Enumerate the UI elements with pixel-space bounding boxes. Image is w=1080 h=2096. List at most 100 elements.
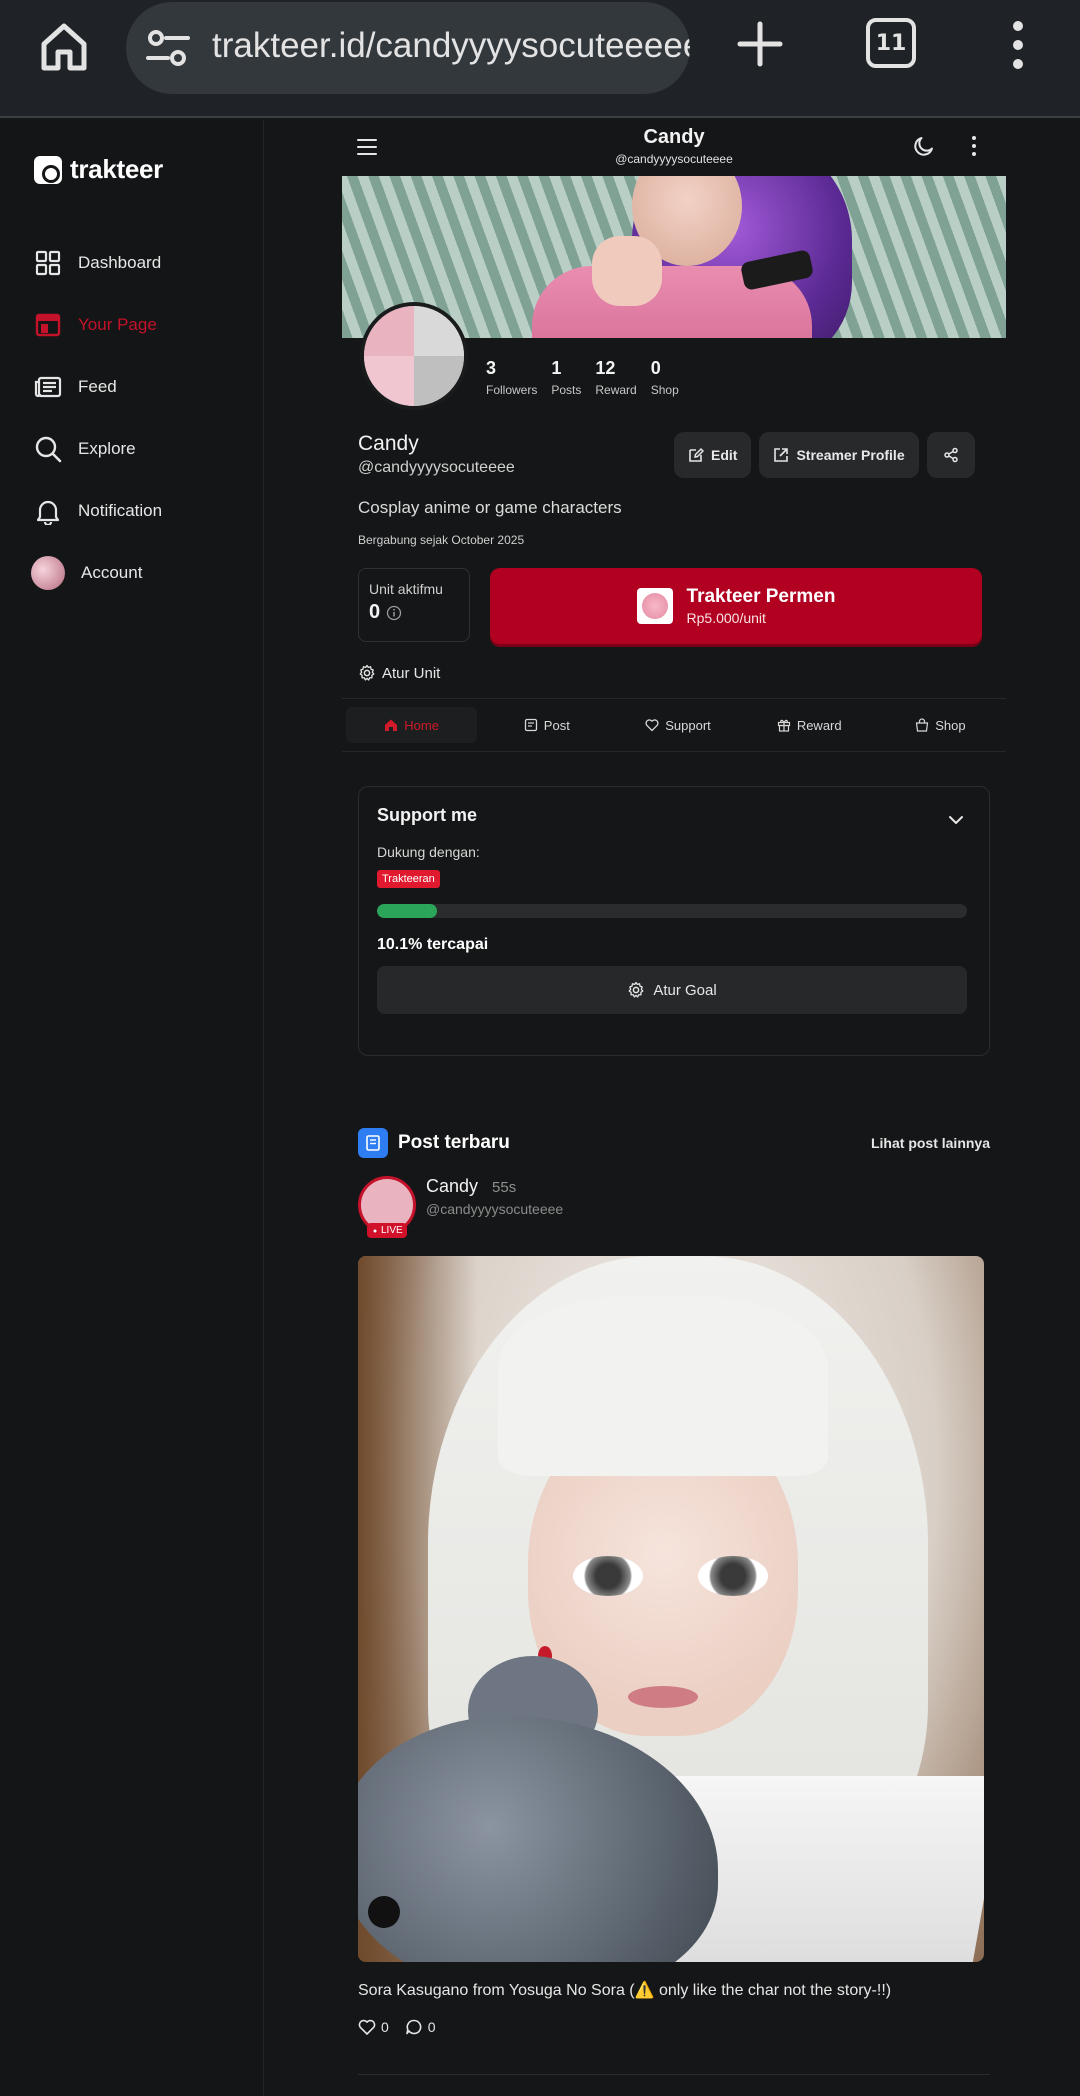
trakteeran-badge: Trakteeran <box>377 870 440 888</box>
goal-percent: 10.1% tercapai <box>377 936 489 953</box>
sidebar-item-feed[interactable]: Feed <box>34 356 254 418</box>
profile-avatar[interactable] <box>360 302 468 410</box>
tab-switcher-button[interactable]: 11 <box>866 18 916 68</box>
trakteer-logo[interactable]: trakteer <box>34 154 163 185</box>
stat-label: Shop <box>650 383 679 397</box>
sidebar-item-explore[interactable]: Explore <box>34 418 254 480</box>
streamer-profile-button[interactable]: Streamer Profile <box>759 432 919 478</box>
comment-button[interactable]: 0 <box>405 2018 436 2036</box>
stat-reward[interactable]: 12 Reward <box>595 358 636 397</box>
post-author[interactable]: LIVE Candy 55s @candyyyysocuteeee <box>358 1176 564 1238</box>
tab-reward[interactable]: Reward <box>744 699 875 751</box>
sidebar: trakteer Dashboard Your Page Feed Explor… <box>0 120 264 2096</box>
sidebar-item-account[interactable]: Account <box>31 542 254 604</box>
tab-label: Post <box>543 717 570 733</box>
atur-unit-button[interactable]: Atur Unit <box>358 664 440 682</box>
post-image[interactable] <box>358 1256 984 1962</box>
feed-icon <box>34 373 62 401</box>
new-tab-icon[interactable] <box>736 20 784 68</box>
edit-button[interactable]: Edit <box>674 432 752 478</box>
live-label: LIVE <box>381 1225 403 1236</box>
home-tab-icon <box>385 719 398 731</box>
shop-tab-icon <box>916 718 929 732</box>
stat-followers[interactable]: 3 Followers <box>486 358 537 397</box>
trakteer-button-title: Trakteer Permen <box>686 586 836 607</box>
stat-label: Reward <box>595 383 637 397</box>
tab-label: Shop <box>935 717 966 733</box>
bell-icon <box>34 497 62 525</box>
sidebar-item-label: Your Page <box>78 315 157 334</box>
goal-progress-fill <box>377 904 437 918</box>
share-button[interactable] <box>926 432 975 478</box>
support-with-label: Dukung dengan: <box>377 844 480 860</box>
brand-name: trakteer <box>70 154 163 184</box>
active-unit-box: Unit aktifmu 0 <box>358 568 470 642</box>
latest-posts-header: Post terbaru Lihat post lainnya <box>358 1128 990 1158</box>
support-title: Support me <box>377 805 478 825</box>
profile-name: Candy <box>358 432 419 455</box>
page-icon <box>34 311 62 339</box>
goal-progress-bar <box>377 904 967 918</box>
author-avatar[interactable]: LIVE <box>358 1176 416 1238</box>
gift-tab-icon <box>777 719 790 732</box>
trakteer-permen-button[interactable]: Trakteer Permen Rp5.000/unit <box>490 568 982 644</box>
dark-mode-icon[interactable] <box>912 134 936 158</box>
comment-count: 0 <box>427 2019 436 2035</box>
sidebar-item-dashboard[interactable]: Dashboard <box>34 232 254 294</box>
sidebar-item-label: Account <box>81 563 143 582</box>
main-content: Candy @candyyyysocuteeee 3 Followers 1 P… <box>264 120 1080 2096</box>
grid-icon <box>34 249 62 277</box>
share-icon <box>943 447 958 463</box>
like-button[interactable]: 0 <box>358 2018 389 2036</box>
info-icon[interactable] <box>386 605 402 621</box>
stat-shop[interactable]: 0 Shop <box>651 358 679 397</box>
search-icon <box>34 435 62 463</box>
atur-unit-label: Atur Unit <box>382 664 441 682</box>
tab-support[interactable]: Support <box>612 699 743 751</box>
sidebar-item-notification[interactable]: Notification <box>34 480 254 542</box>
streamer-profile-label: Streamer Profile <box>796 447 905 463</box>
tab-home[interactable]: Home <box>346 707 478 743</box>
sidebar-item-label: Explore <box>78 439 136 458</box>
header-title: Candy <box>643 126 705 148</box>
stat-posts[interactable]: 1 Posts <box>551 358 581 397</box>
author-handle: @candyyyysocuteeee <box>426 1201 564 1217</box>
browser-toolbar: trakteer.id/candyyyysocuteeeee 11 <box>0 0 1080 118</box>
stat-value: 3 <box>486 358 497 378</box>
url-text[interactable]: trakteer.id/candyyyysocuteeeee <box>212 26 690 66</box>
author-name[interactable]: Candy <box>426 1176 478 1196</box>
profile-handle: @candyyyysocuteeee <box>358 459 515 476</box>
post-section-icon <box>358 1128 388 1158</box>
latest-posts-title: Post terbaru <box>398 1132 510 1153</box>
post-divider <box>358 2074 990 2075</box>
profile-tabs: Home Post Support Reward Shop <box>342 698 1006 752</box>
stat-value: 0 <box>650 358 661 378</box>
edit-icon <box>689 447 704 462</box>
profile-stats: 3 Followers 1 Posts 12 Reward 0 Shop <box>486 358 679 397</box>
live-badge: LIVE <box>367 1223 407 1238</box>
browser-menu-icon[interactable] <box>1006 20 1030 70</box>
post-tab-icon <box>524 718 537 732</box>
site-settings-icon[interactable] <box>146 28 190 68</box>
home-icon[interactable] <box>36 18 92 74</box>
see-more-posts-link[interactable]: Lihat post lainnya <box>871 1135 990 1151</box>
edit-label: Edit <box>711 447 738 463</box>
broadcast-icon <box>373 1229 377 1232</box>
post-caption: Sora Kasugano from Yosuga No Sora (⚠️ on… <box>358 1982 892 1999</box>
address-bar[interactable]: trakteer.id/candyyyysocuteeeee <box>126 2 690 94</box>
atur-goal-button[interactable]: Atur Goal <box>377 966 967 1014</box>
page-header: Candy @candyyyysocuteeee <box>342 120 1006 174</box>
tab-label: Support <box>665 717 711 733</box>
tab-shop[interactable]: Shop <box>875 699 1006 751</box>
cover-figure-hand <box>592 236 662 306</box>
tab-post[interactable]: Post <box>481 699 612 751</box>
more-options-icon[interactable] <box>970 134 978 158</box>
header-handle: @candyyyysocuteeee <box>615 152 733 166</box>
gear-icon <box>359 664 375 681</box>
sidebar-item-label: Feed <box>78 377 117 396</box>
stat-label: Posts <box>551 383 582 397</box>
comment-icon <box>405 2019 422 2035</box>
sidebar-item-your-page[interactable]: Your Page <box>34 294 254 356</box>
stat-value: 12 <box>595 358 616 378</box>
chevron-down-icon[interactable] <box>947 811 965 829</box>
